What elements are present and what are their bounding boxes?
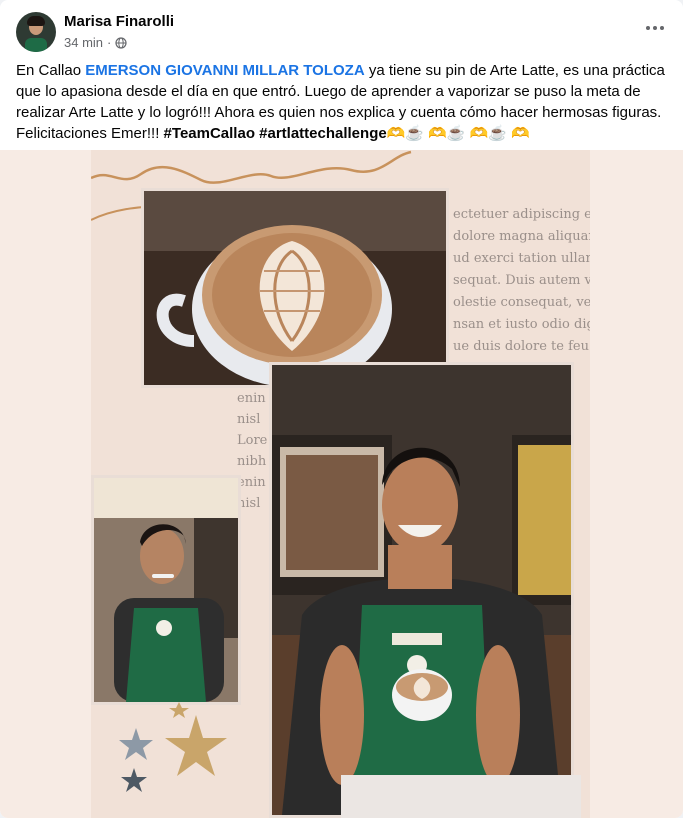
image-collage: ectetuer adipiscing eli dolore magna ali… [91, 150, 590, 818]
torn-paper-decoration [341, 775, 581, 818]
emoji-text: 🫶☕ 🫶☕ 🫶☕ 🫶 [386, 125, 530, 142]
post-text-intro: En Callao [16, 62, 86, 79]
globe-icon[interactable] [115, 36, 127, 49]
author-avatar[interactable] [16, 12, 56, 52]
mention-link[interactable]: EMERSON GIOVANNI MILLAR TOLOZA [85, 62, 364, 79]
post-meta: 34 min · [64, 35, 127, 50]
star-decoration-icon [119, 702, 227, 792]
post-image[interactable]: ectetuer adipiscing eli dolore magna ali… [0, 150, 683, 818]
barista-photo-small [91, 475, 241, 705]
post-header: Marisa Finarolli 34 min · [16, 10, 667, 54]
post-text: En Callao EMERSON GIOVANNI MILLAR TOLOZA… [16, 60, 667, 144]
post-card: Marisa Finarolli 34 min · En Callao EMER… [0, 0, 683, 818]
author-name[interactable]: Marisa Finarolli [64, 13, 174, 30]
more-options-icon[interactable] [643, 18, 667, 38]
hashtag-links[interactable]: #TeamCallao #artlattechallenge [164, 125, 387, 142]
latte-art-photo [141, 188, 449, 388]
post-time[interactable]: 34 min [64, 35, 103, 50]
barista-photo-main [269, 362, 574, 818]
background-lorem: ectetuer adipiscing eli dolore magna ali… [453, 207, 590, 354]
